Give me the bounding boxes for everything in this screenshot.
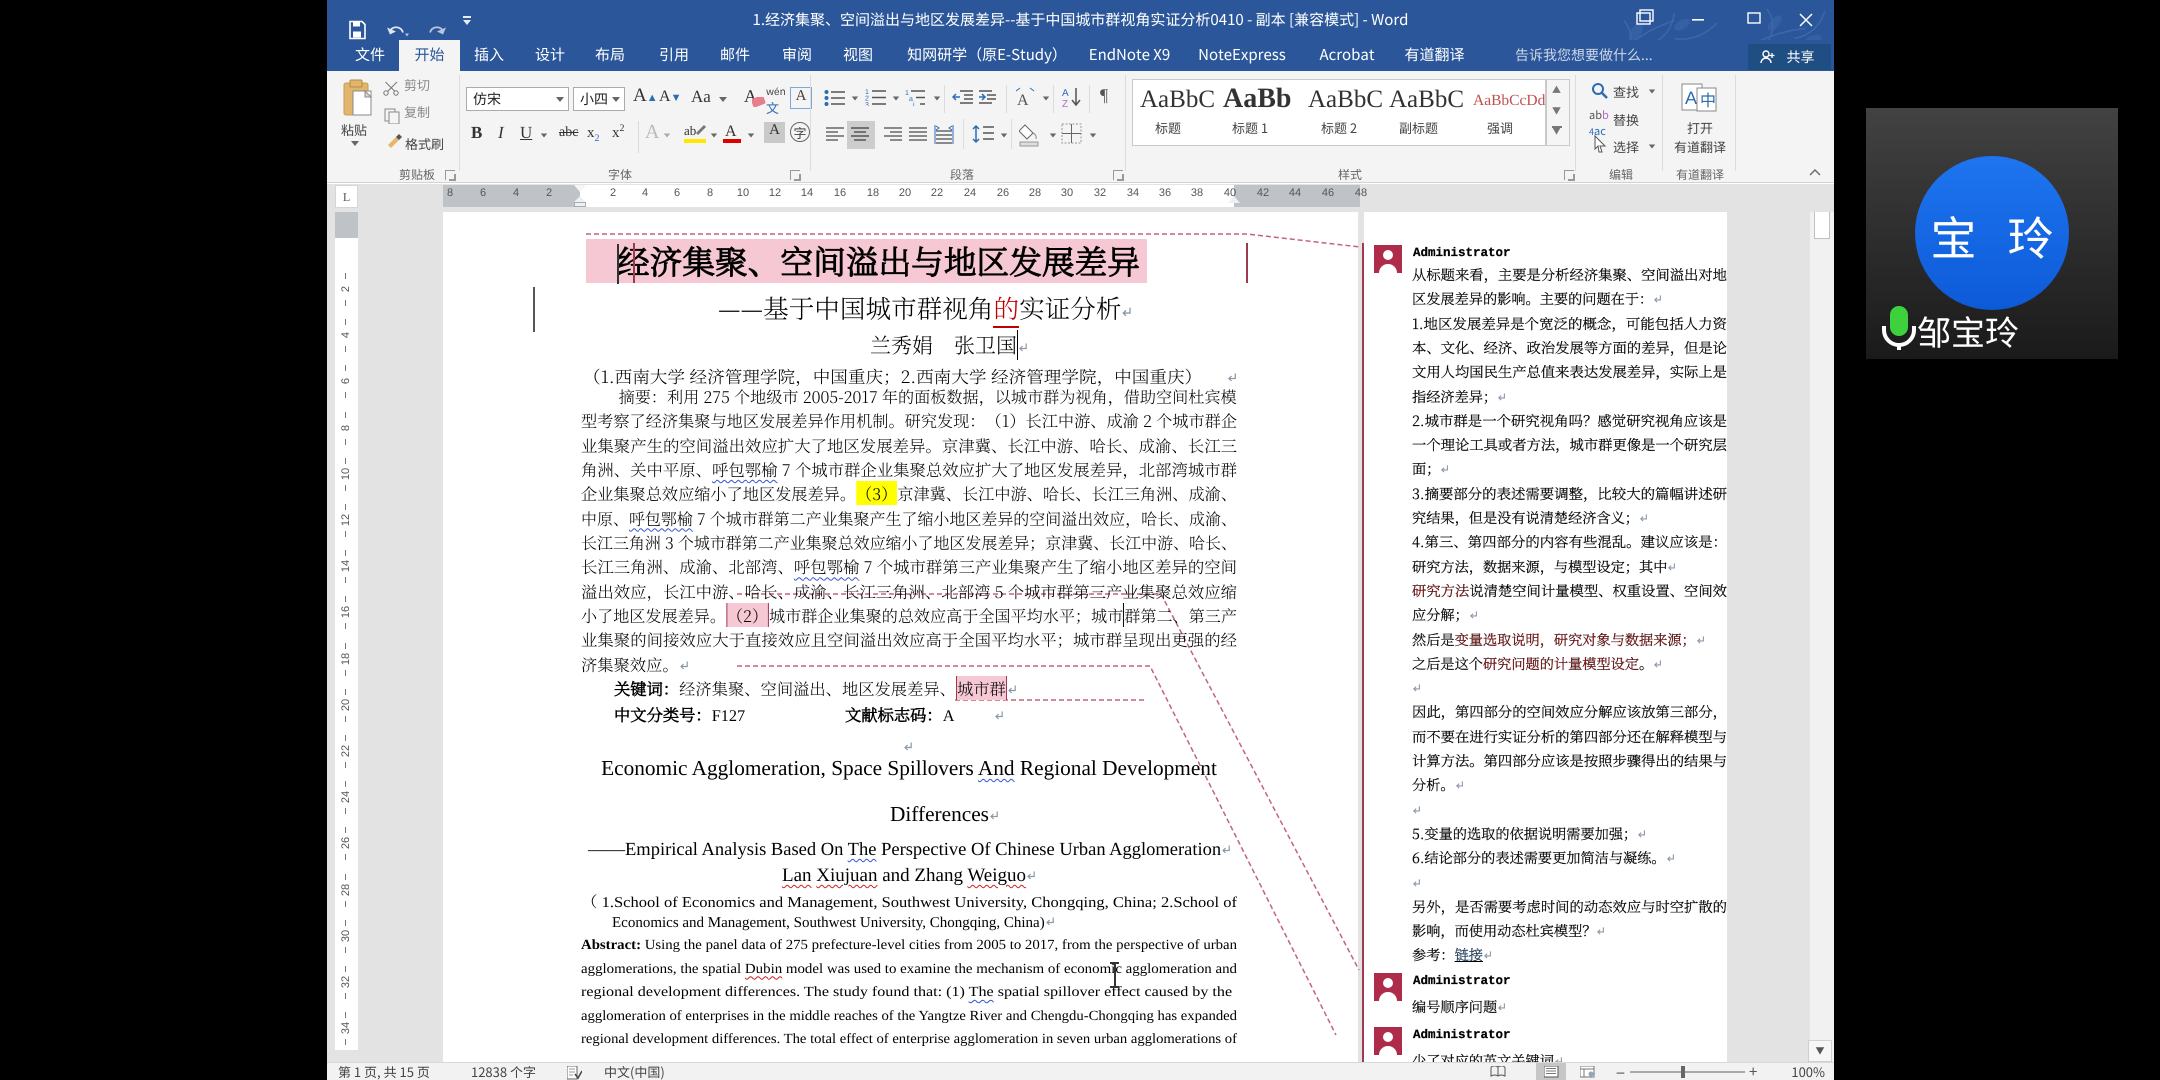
svg-text:A: A	[1062, 88, 1069, 99]
svg-text:3: 3	[865, 102, 869, 106]
svg-text:A: A	[1017, 92, 1029, 107]
svg-text:i: i	[913, 101, 915, 106]
svg-text:中: 中	[1700, 87, 1716, 111]
svg-text:Z: Z	[1062, 99, 1068, 108]
svg-text:A: A	[1685, 88, 1697, 108]
